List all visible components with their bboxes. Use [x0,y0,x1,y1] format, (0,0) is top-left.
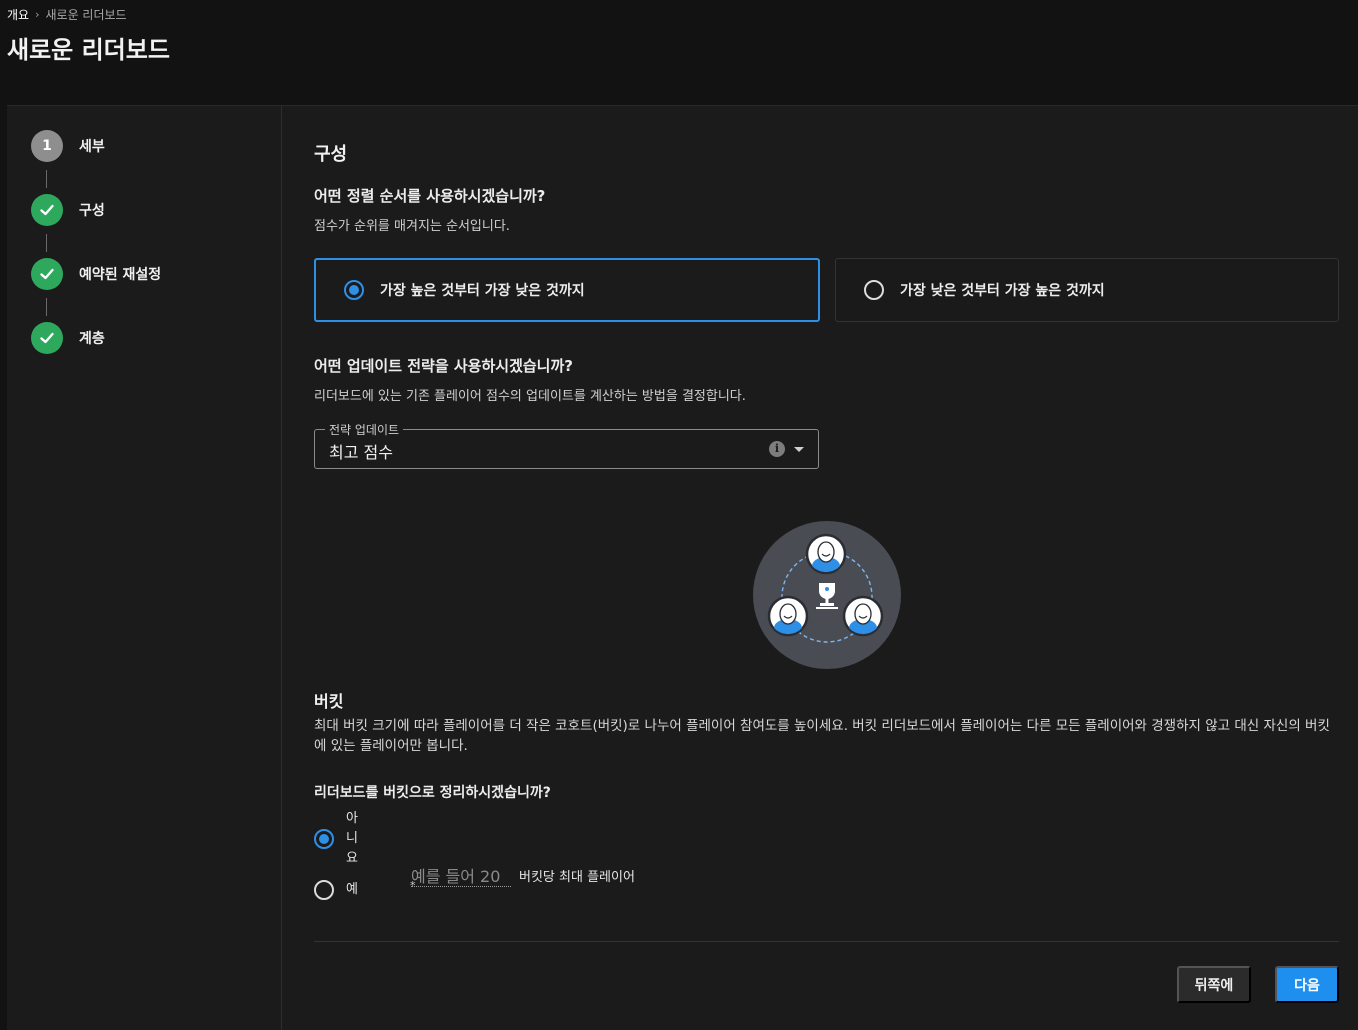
breadcrumb: 개요 › 새로운 리더보드 [7,6,127,23]
step-tiers[interactable]: 계층 [31,322,105,354]
checkmark-icon [31,322,63,354]
next-button[interactable]: 다음 [1275,966,1339,1003]
bucket-option-no[interactable]: 아니요 [314,809,360,869]
page-title: 새로운 리더보드 [7,36,170,64]
checkmark-icon [31,258,63,290]
sort-option-high-to-low[interactable]: 가장 높은 것부터 가장 낮은 것까지 [314,258,820,322]
max-players-per-bucket-input[interactable]: 예를 들어 20 * [410,861,511,892]
bucket-title: 버킷 [314,692,344,711]
sort-order-description: 점수가 순위를 매겨지는 순서입니다. [314,219,510,234]
info-icon[interactable]: i [769,441,785,457]
stepper: 1 세부 구성 예약된 재설정 계층 [7,106,282,1030]
step-label: 세부 [79,139,105,155]
step-connector [46,170,47,188]
main-panel: 1 세부 구성 예약된 재설정 계층 구성 어떤 정렬 순서를 사용하시겠습니까… [7,105,1358,1030]
breadcrumb-current: 새로운 리더보드 [45,8,127,22]
select-label: 전략 업데이트 [325,421,404,438]
bucket-option-no-label: 아니요 [346,811,358,866]
select-value: 최고 점수 [329,443,393,462]
breadcrumb-separator: › [35,8,40,21]
chevron-down-icon[interactable] [794,447,804,452]
update-strategy-question: 어떤 업데이트 전략을 사용하시겠습니까? [314,357,573,375]
sort-option-label: 가장 높은 것부터 가장 낮은 것까지 [380,283,585,299]
input-suffix-label: 버킷당 최대 플레이어 [519,870,635,885]
step-label: 계층 [79,331,105,347]
step-number-badge: 1 [31,130,63,162]
radio-unselected[interactable] [314,880,334,900]
update-strategy-select[interactable]: 전략 업데이트 최고 점수 i [314,421,819,469]
step-label: 예약된 재설정 [79,267,162,283]
section-title: 구성 [314,144,348,165]
step-configuration[interactable]: 구성 [31,194,105,226]
radio-selected[interactable] [344,280,364,300]
radio-selected[interactable] [314,829,334,849]
input-placeholder: 예를 들어 20 [411,867,501,886]
step-connector [46,234,47,252]
update-strategy-description: 리더보드에 있는 기존 플레이어 점수의 업데이트를 계산하는 방법을 결정합니… [314,389,746,404]
sort-option-low-to-high[interactable]: 가장 낮은 것부터 가장 높은 것까지 [835,258,1339,322]
player-avatar-top [805,533,847,575]
step-label: 구성 [79,203,105,219]
player-avatar-left [767,595,809,637]
back-button[interactable]: 뒤쪽에 [1177,966,1251,1003]
required-asterisk: * [410,879,416,892]
bucket-option-yes-label: 예 [346,882,358,897]
bucket-question: 리더보드를 버킷으로 정리하시겠습니까? [314,785,551,801]
breadcrumb-root-link[interactable]: 개요 [7,6,29,23]
player-avatar-right [842,595,884,637]
bucket-illustration [753,521,901,669]
footer-divider [314,941,1339,942]
checkmark-icon [31,194,63,226]
step-details[interactable]: 1 세부 [31,130,105,162]
step-scheduled-reset[interactable]: 예약된 재설정 [31,258,161,290]
sort-option-label: 가장 낮은 것부터 가장 높은 것까지 [900,283,1105,299]
bucket-description: 최대 버킷 크기에 따라 플레이어를 더 작은 코호트(버킷)로 나누어 플레이… [314,718,1330,754]
sort-order-question: 어떤 정렬 순서를 사용하시겠습니까? [314,187,546,205]
radio-unselected[interactable] [864,280,884,300]
bucket-option-yes[interactable]: 예 [314,880,360,900]
configuration-form: 구성 어떤 정렬 순서를 사용하시겠습니까? 점수가 순위를 매겨지는 순서입니… [314,106,1339,1030]
step-connector [46,298,47,316]
